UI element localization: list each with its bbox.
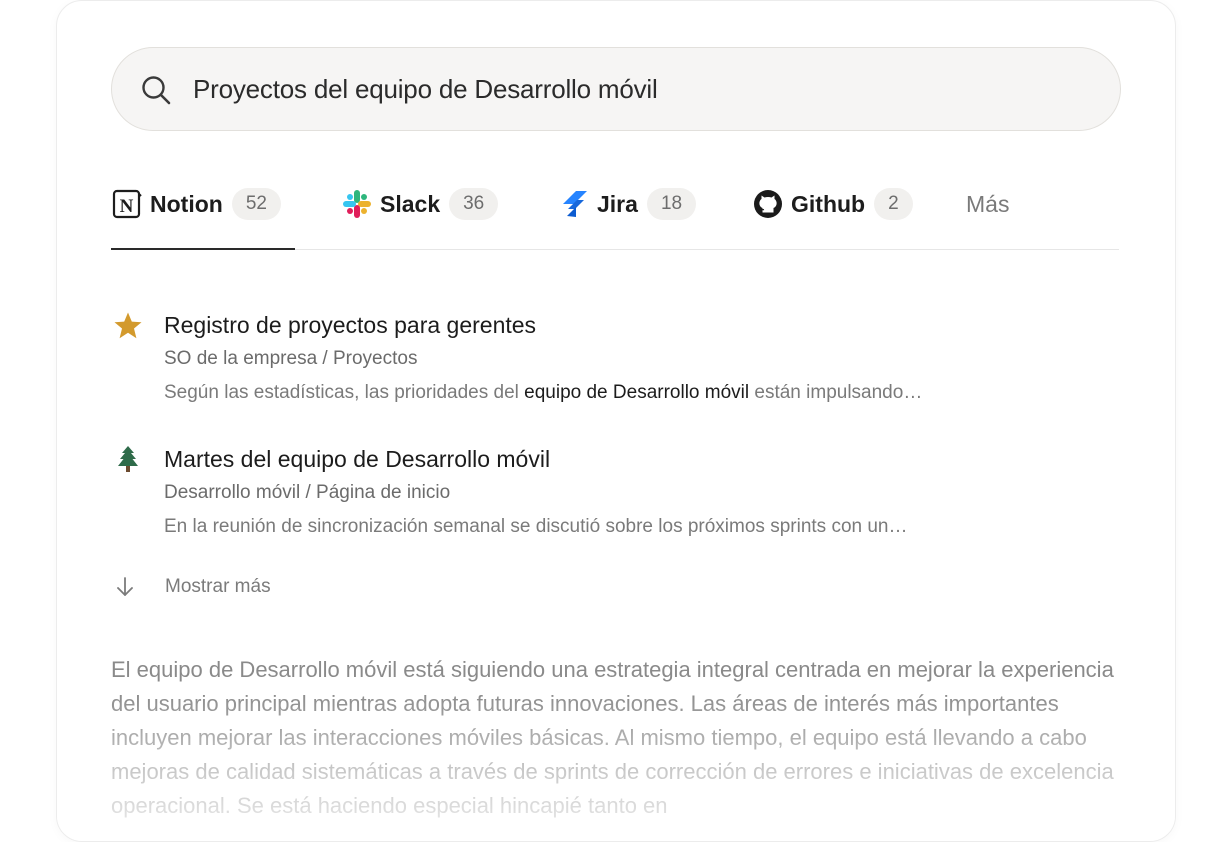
tab-label: Más (966, 190, 1010, 217)
result-title[interactable]: Registro de proyectos para gerentes (164, 310, 536, 340)
active-tab-indicator (111, 248, 295, 250)
tab-more[interactable]: Más (966, 185, 1009, 223)
star-icon (114, 312, 142, 339)
tab-count-badge: 36 (449, 188, 499, 220)
search-bar[interactable]: Proyectos del equipo de Desarrollo móvil (111, 47, 1121, 131)
svg-text:N: N (120, 196, 134, 217)
show-more-label: Mostrar más (165, 576, 271, 597)
arrow-down-icon (117, 577, 133, 596)
result-path: Desarrollo móvil / Página de inicio (164, 482, 451, 503)
tab-label: Slack (380, 190, 441, 217)
tab-label: Notion (150, 190, 223, 217)
snippet-highlight: equipo de Desarrollo móvil (524, 382, 750, 403)
snippet-text: están impulsando… (749, 382, 923, 403)
search-icon (142, 76, 171, 105)
search-panel: Proyectos del equipo de Desarrollo móvil… (56, 0, 1176, 842)
jira-icon (563, 191, 587, 217)
tab-count-badge: 18 (646, 188, 697, 220)
tab-jira[interactable]: Jira 18 (558, 185, 697, 223)
tab-github[interactable]: Github 2 (752, 185, 913, 223)
notion-icon: N (112, 189, 142, 219)
tab-notion[interactable]: N Notion 52 (111, 185, 281, 223)
tab-count-badge: 2 (874, 188, 913, 220)
source-tabs: N Notion 52 Slack 36 Jira 18 Github 2 Má… (111, 181, 1119, 251)
tab-label: Github (791, 190, 866, 217)
result-snippet: Según las estadísticas, las prioridades … (164, 382, 922, 404)
result-path: SO de la empresa / Proyectos (164, 348, 418, 369)
ai-summary: El equipo de Desarrollo móvil está sigui… (111, 657, 1114, 818)
result-snippet: En la reunión de sincronización semanal … (164, 516, 908, 537)
tab-label: Jira (597, 190, 638, 217)
search-input[interactable]: Proyectos del equipo de Desarrollo móvil (193, 72, 658, 106)
tree-icon (118, 446, 138, 472)
github-icon (754, 190, 782, 218)
slack-icon (343, 190, 371, 218)
tab-slack[interactable]: Slack 36 (341, 185, 499, 223)
snippet-text: Según las estadísticas, las prioridades … (164, 382, 525, 403)
result-title[interactable]: Martes del equipo de Desarrollo móvil (164, 444, 550, 474)
tab-count-badge: 52 (231, 188, 281, 220)
